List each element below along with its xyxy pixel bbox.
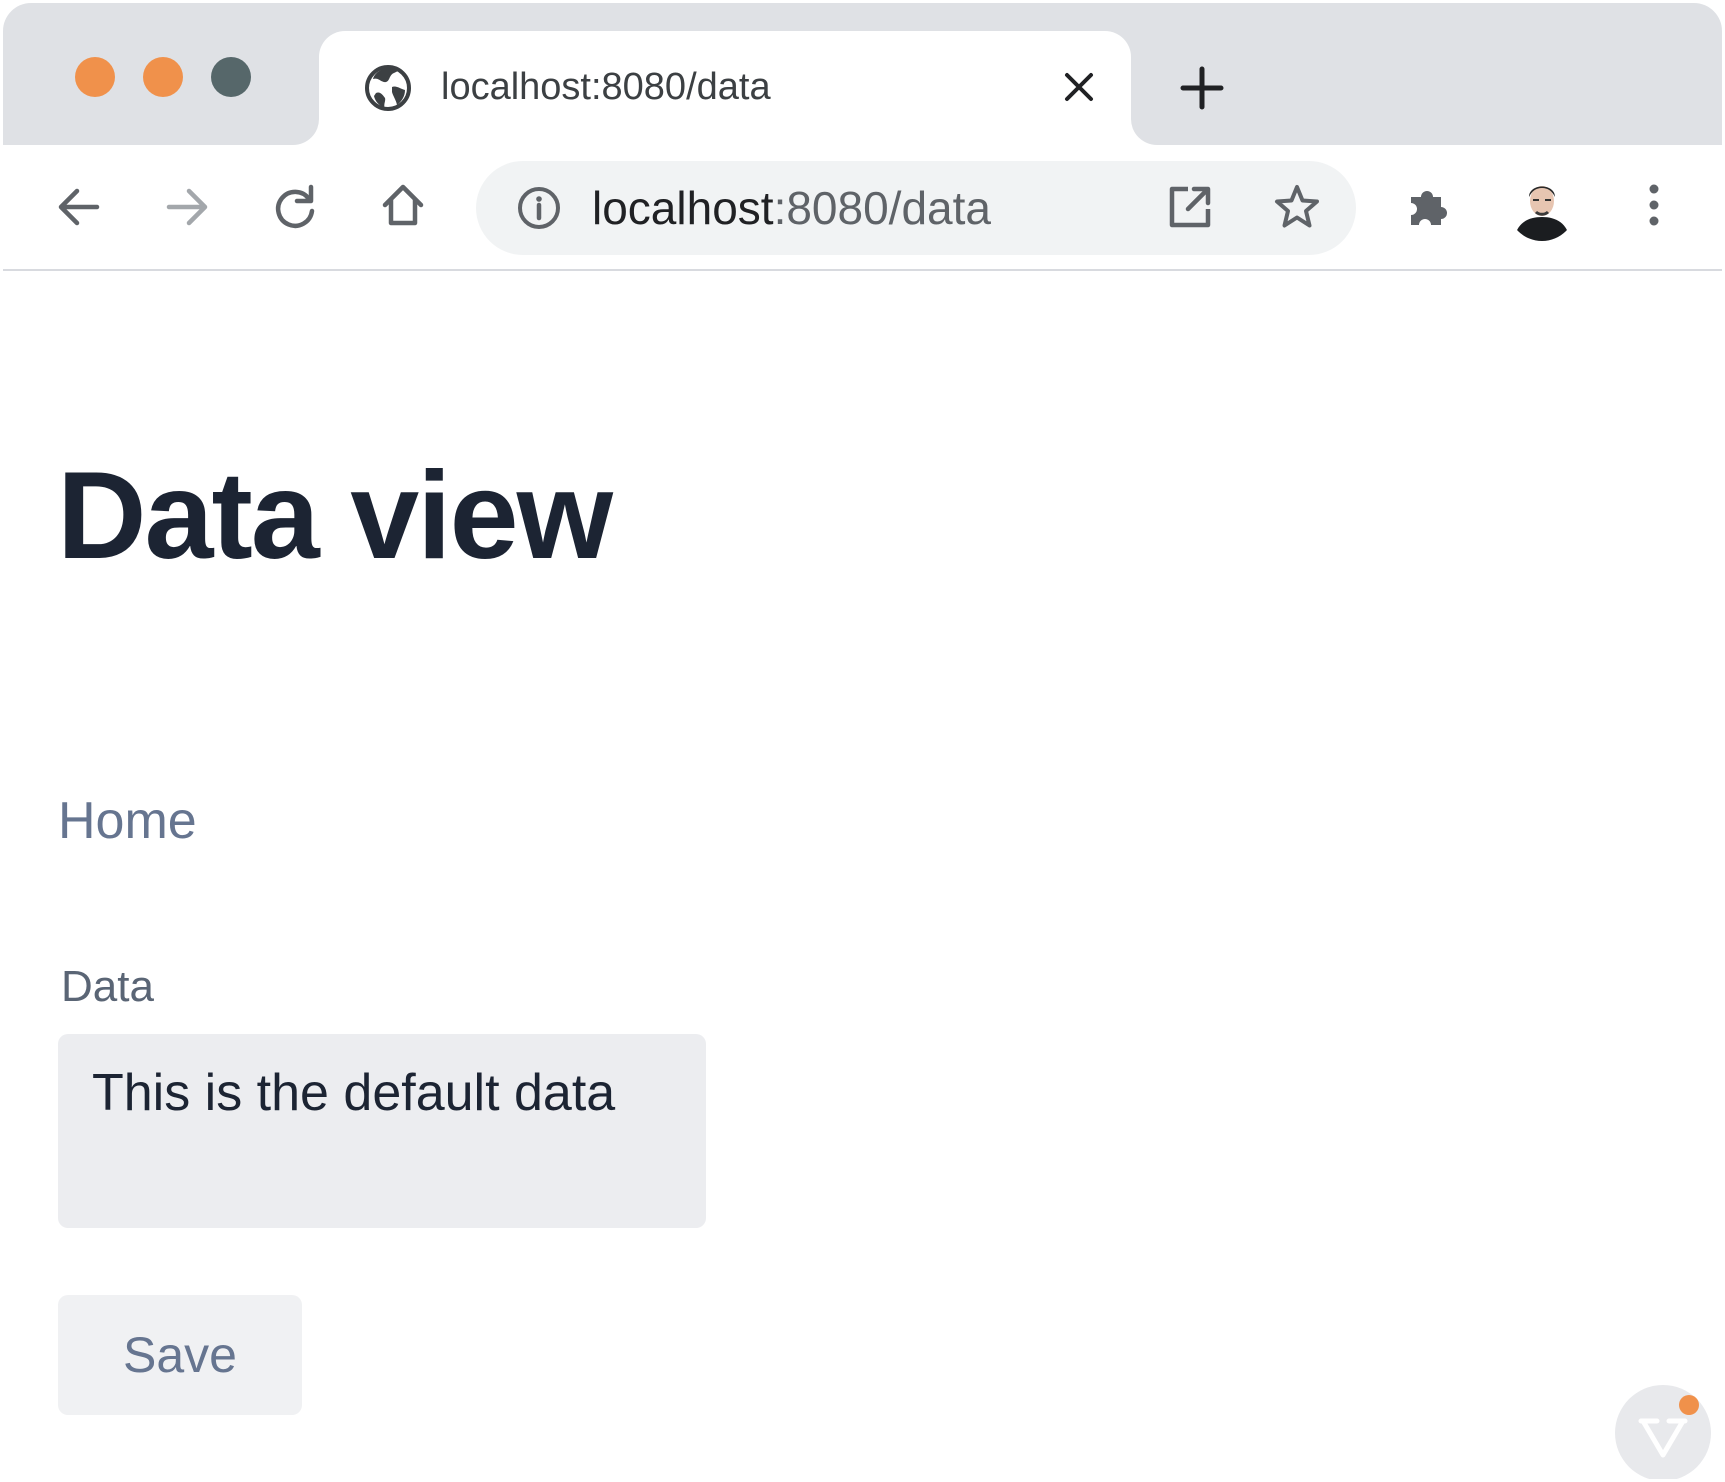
url-text[interactable]: localhost:8080/data [592,178,991,238]
tab-title: localhost:8080/data [441,66,771,108]
avatar[interactable] [1508,173,1576,241]
save-button[interactable]: Save [58,1295,302,1415]
star-icon[interactable] [1271,181,1323,233]
open-in-new-icon[interactable] [1166,183,1214,231]
forward-arrow-icon[interactable] [161,181,213,233]
tab-strip: localhost:8080/data [3,3,1722,145]
data-textarea[interactable]: This is the default data [58,1034,706,1228]
address-bar[interactable]: localhost:8080/data [476,161,1356,255]
globe-icon [365,65,411,111]
window-minimize-button[interactable] [143,57,183,97]
browser-toolbar: localhost:8080/data [3,145,1722,271]
home-icon[interactable] [377,179,429,231]
home-link[interactable]: Home [58,786,197,856]
dev-tools-button[interactable] [1615,1385,1711,1479]
window-close-button[interactable] [75,57,115,97]
back-arrow-icon[interactable] [53,181,105,233]
kebab-menu-icon[interactable] [1628,179,1680,231]
close-icon[interactable] [1059,67,1099,107]
browser-window: localhost:8080/data localhost:8080/data … [3,3,1722,1479]
dev-tools-icon [1638,1418,1688,1458]
url-host: localhost [592,182,774,234]
page-title: Data view [57,447,613,585]
page-content: Data view Home Data This is the default … [3,271,1722,1479]
url-path: :8080/data [773,182,991,234]
active-tab[interactable]: localhost:8080/data [319,31,1131,145]
reload-icon[interactable] [269,181,321,233]
info-icon[interactable] [516,185,562,231]
data-field-label: Data [61,962,154,1011]
puzzle-icon[interactable] [1403,179,1455,231]
window-maximize-button[interactable] [211,57,251,97]
plus-icon[interactable] [1179,65,1225,111]
